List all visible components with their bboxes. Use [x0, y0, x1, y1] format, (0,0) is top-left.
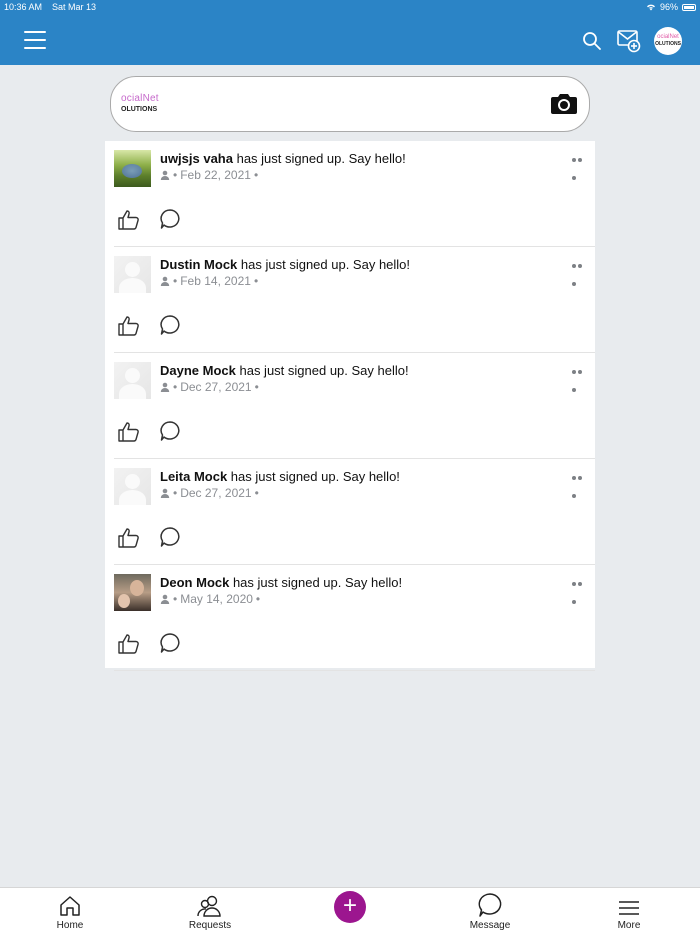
tab-more[interactable]: More [589, 888, 669, 934]
post-meta: • Feb 22, 2021 • [160, 168, 258, 182]
meta-dot: • [254, 380, 259, 394]
comment-icon[interactable] [159, 208, 181, 230]
status-right: 96% [646, 2, 696, 12]
activity-feed: uwjsjs vaha has just signed up. Say hell… [105, 141, 595, 671]
post-date: Feb 14, 2021 [180, 274, 251, 288]
chat-bubble-icon [478, 893, 502, 917]
more-options-icon[interactable] [572, 467, 588, 498]
comment-icon[interactable] [159, 420, 181, 442]
post-avatar[interactable] [114, 574, 151, 611]
post-avatar[interactable] [114, 362, 151, 399]
post-date: Dec 27, 2021 [180, 486, 252, 500]
menu-icon[interactable] [24, 31, 46, 49]
post-title: Dustin Mock has just signed up. Say hell… [160, 257, 410, 272]
post-avatar[interactable] [114, 468, 151, 505]
more-options-icon[interactable] [572, 361, 588, 392]
post-action: has just signed up. Say hello! [235, 363, 409, 378]
create-post-button[interactable]: + [334, 891, 366, 923]
meta-dot: • [173, 168, 178, 182]
more-options-icon[interactable] [572, 149, 588, 180]
feed-post: Dayne Mock has just signed up. Say hello… [105, 353, 595, 459]
brand-logo: ocialNet OLUTIONS [121, 93, 159, 115]
post-action: has just signed up. Say hello! [229, 575, 403, 590]
meta-dot: • [173, 592, 178, 606]
logo-line1: ocialNet [121, 93, 159, 104]
status-date: Sat Mar 13 [52, 2, 97, 12]
comment-icon[interactable] [159, 526, 181, 548]
post-meta: • May 14, 2020 • [160, 592, 260, 606]
post-meta: • Feb 14, 2021 • [160, 274, 258, 288]
tab-home[interactable]: Home [30, 888, 110, 934]
avatar-logo-line2: OLUTIONS [655, 41, 681, 47]
feed-post: Deon Mock has just signed up. Say hello!… [105, 565, 595, 671]
thumbs-up-icon[interactable] [117, 208, 141, 232]
post-avatar[interactable] [114, 150, 151, 187]
thumbs-up-icon[interactable] [117, 314, 141, 338]
status-bar: 10:36 AM Sat Mar 13 96% [0, 0, 700, 14]
post-author[interactable]: uwjsjs vaha [160, 151, 233, 166]
thumbs-up-icon[interactable] [117, 632, 141, 656]
post-title: Dayne Mock has just signed up. Say hello… [160, 363, 409, 378]
logo-line2: OLUTIONS [121, 106, 158, 113]
more-options-icon[interactable] [572, 573, 588, 604]
post-divider [114, 670, 595, 671]
user-avatar[interactable]: ocialNet OLUTIONS [654, 27, 682, 55]
meta-dot: • [253, 168, 259, 182]
tab-message[interactable]: Message [450, 888, 530, 934]
more-options-icon[interactable] [572, 255, 588, 286]
user-icon [160, 488, 170, 498]
meta-dot: • [173, 380, 178, 394]
thumbs-up-icon[interactable] [117, 526, 141, 550]
post-meta: • Dec 27, 2021 • [160, 486, 259, 500]
post-author[interactable]: Dustin Mock [160, 257, 237, 272]
feed-post: Dustin Mock has just signed up. Say hell… [105, 247, 595, 353]
app-header: ocialNet OLUTIONS [0, 14, 700, 65]
post-title: Leita Mock has just signed up. Say hello… [160, 469, 400, 484]
user-icon [160, 382, 170, 392]
comment-icon[interactable] [159, 314, 181, 336]
user-icon [160, 594, 170, 604]
post-title: uwjsjs vaha has just signed up. Say hell… [160, 151, 406, 166]
meta-dot: • [173, 274, 178, 288]
feed-post: uwjsjs vaha has just signed up. Say hell… [105, 141, 595, 247]
tab-home-label: Home [56, 920, 84, 931]
post-avatar[interactable] [114, 256, 151, 293]
post-date: Feb 22, 2021 [180, 168, 251, 182]
user-icon [160, 276, 170, 286]
thumbs-up-icon[interactable] [117, 420, 141, 444]
post-author[interactable]: Leita Mock [160, 469, 227, 484]
cover-banner: ocialNet OLUTIONS [110, 76, 590, 132]
meta-dot: • [254, 486, 259, 500]
status-time: 10:36 AM [4, 2, 43, 12]
feed-post: Leita Mock has just signed up. Say hello… [105, 459, 595, 565]
post-action: has just signed up. Say hello! [232, 151, 406, 166]
home-icon [60, 896, 80, 916]
search-icon[interactable] [582, 31, 602, 51]
wifi-icon [646, 4, 655, 11]
comment-icon[interactable] [159, 632, 181, 654]
user-icon [160, 170, 170, 180]
post-meta: • Dec 27, 2021 • [160, 380, 259, 394]
tab-message-label: Message [469, 920, 511, 931]
battery-percent: 96% [659, 2, 678, 12]
post-title: Deon Mock has just signed up. Say hello! [160, 575, 402, 590]
post-author[interactable]: Deon Mock [160, 575, 229, 590]
compose-mail-icon[interactable] [616, 28, 642, 54]
meta-dot: • [255, 592, 261, 606]
meta-dot: • [253, 274, 259, 288]
post-action: has just signed up. Say hello! [227, 469, 400, 484]
camera-icon[interactable] [550, 91, 578, 115]
post-action: has just signed up. Say hello! [237, 257, 411, 272]
friends-icon [197, 895, 221, 917]
battery-icon [682, 3, 696, 11]
menu-lines-icon [619, 901, 639, 915]
post-date: Dec 27, 2021 [180, 380, 252, 394]
tab-more-label: More [617, 920, 641, 931]
tab-requests[interactable]: Requests [170, 888, 250, 934]
avatar-logo-line1: ocialNet [657, 34, 679, 40]
meta-dot: • [173, 486, 178, 500]
post-date: May 14, 2020 [180, 592, 253, 606]
post-author[interactable]: Dayne Mock [160, 363, 236, 378]
tab-requests-label: Requests [188, 920, 232, 931]
